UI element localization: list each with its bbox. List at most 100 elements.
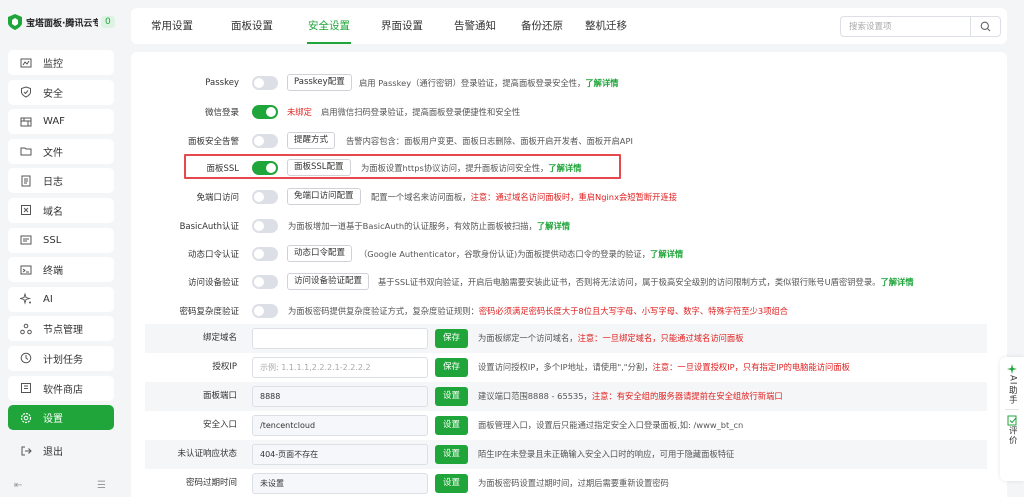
warning-text: 注意：一旦绑定域名，只能通过域名访问面板 <box>577 333 744 343</box>
password-complexity-toggle[interactable] <box>252 304 278 318</box>
form-label: 安全入口 <box>202 420 237 430</box>
port-set-button[interactable]: 设置 <box>435 387 468 406</box>
warning-text: 密码必须满足密码长度大于8位且大写字母、小写字母、数字、特殊字符至少3项组合 <box>478 306 789 316</box>
monitor-icon <box>20 58 32 67</box>
floating-assistant: AI助手 评价 <box>1000 357 1024 481</box>
review-button[interactable]: 评价 <box>1007 426 1017 445</box>
passkey-toggle[interactable] <box>252 76 278 90</box>
search-button[interactable] <box>970 17 1000 36</box>
basic-auth-toggle[interactable] <box>252 219 278 233</box>
ai-assistant-icon[interactable] <box>1006 363 1018 375</box>
learn-more-link[interactable]: 了解详情 <box>650 249 683 259</box>
review-icon[interactable] <box>1007 415 1018 426</box>
totp-config-button[interactable]: 动态口令配置 <box>287 245 353 262</box>
authorized-ip-input[interactable] <box>252 357 428 378</box>
setting-label: Passkey <box>205 78 239 88</box>
sidebar-item-domain[interactable]: 域名 <box>8 197 114 223</box>
tabs: 常用设置 面板设置 安全设置 界面设置 告警通知 备份还原 整机迁移 <box>131 8 634 44</box>
device-verify-config-button[interactable]: 访问设备验证配置 <box>287 273 370 290</box>
sidebar-item-ssl[interactable]: SSL <box>8 227 114 253</box>
form-row-authorized-ip: 授权IP 保存 设置访问授权IP，多个IP地址，请使用","分割，注意：一旦设置… <box>145 353 987 382</box>
form-desc: 建议端口范围8888 - 65535，注意：有安全组的服务器请提前在安全组放行新… <box>478 382 783 411</box>
sidebar-item-logs[interactable]: 日志 <box>8 168 114 194</box>
setting-basic-auth: BasicAuth认证 为面板增加一道基于BasicAuth的认证服务，有效防止… <box>131 217 1007 235</box>
sidebar-item-ai[interactable]: AI <box>8 286 114 312</box>
setting-desc: 为面板增加一道基于BasicAuth的认证服务，有效防止面板被扫描，了解详情 <box>288 220 570 232</box>
password-expire-input[interactable] <box>252 473 428 494</box>
ip-save-button[interactable]: 保存 <box>435 358 468 377</box>
setting-label: 访问设备验证 <box>187 278 239 288</box>
learn-more-link[interactable]: 了解详情 <box>880 277 913 287</box>
learn-more-link[interactable]: 了解详情 <box>548 163 581 173</box>
sidebar-item-label: 文件 <box>43 147 63 159</box>
alarm-method-button[interactable]: 提醒方式 <box>287 132 336 149</box>
sidebar-item-nodes[interactable]: 节点管理 <box>8 316 114 342</box>
setting-desc: 为面板密码提供复杂度验证方式，复杂度验证规则：密码必须满足密码长度大于8位且大写… <box>288 305 788 317</box>
no-port-config-button[interactable]: 免端口访问配置 <box>287 188 361 205</box>
sidebar-item-monitor[interactable]: 监控 <box>8 50 114 75</box>
tab-backup[interactable]: 备份还原 <box>514 8 570 44</box>
domain-input[interactable] <box>252 328 428 349</box>
notification-badge[interactable]: 0 <box>101 16 115 28</box>
wechat-login-toggle[interactable] <box>252 105 278 119</box>
panel-alarm-toggle[interactable] <box>252 134 278 148</box>
security-entry-input[interactable] <box>252 415 428 436</box>
setting-desc: （Google Authenticator，谷歌身份认证)为面板提供动态口令的登… <box>359 248 683 260</box>
tab-interface[interactable]: 界面设置 <box>374 8 430 44</box>
setting-panel-alarm: 面板安全告警 提醒方式 告警内容包含：面板用户变更、面板日志删除、面板开启开发者… <box>131 132 1007 150</box>
learn-more-link[interactable]: 了解详情 <box>537 221 570 231</box>
wechat-bind-status[interactable]: 未绑定 <box>287 106 312 118</box>
ai-assistant-button[interactable]: AI助手 <box>1007 375 1017 404</box>
sidebar-item-cron[interactable]: 计划任务 <box>8 345 114 371</box>
no-port-toggle[interactable] <box>252 190 278 204</box>
form-row-password-expire: 密码过期时间 设置 为面板密码设置过期时间，过期后需要重新设置密码 <box>145 469 987 497</box>
setting-passkey: Passkey Passkey配置 启用 Passkey（通行密钥）登录验证，提… <box>131 74 1007 92</box>
desc-text: （Google Authenticator，谷歌身份认证)为面板提供动态口令的登… <box>359 249 651 259</box>
logout-button[interactable]: 退出 <box>8 438 114 463</box>
tab-security[interactable]: 安全设置 <box>301 8 357 44</box>
totp-toggle[interactable] <box>252 247 278 261</box>
search-input[interactable] <box>841 17 969 36</box>
desc-text: 配置一个域名来访问面板， <box>371 192 471 202</box>
collapse-icon[interactable]: ⇤ <box>14 480 22 491</box>
device-verify-toggle[interactable] <box>252 275 278 289</box>
sidebar-item-settings[interactable]: 设置 <box>8 405 114 431</box>
learn-more-link[interactable]: 了解详情 <box>585 78 618 88</box>
tab-panel[interactable]: 面板设置 <box>224 8 280 44</box>
desc-text: 启用 Passkey（通行密钥）登录验证，提高面板登录安全性， <box>359 78 586 88</box>
tab-common[interactable]: 常用设置 <box>139 8 205 44</box>
panel-ssl-config-button[interactable]: 面板SSL配置 <box>287 159 351 176</box>
unauth-set-button[interactable]: 设置 <box>435 445 468 464</box>
sidebar-item-waf[interactable]: WAF <box>8 109 114 135</box>
menu-icon[interactable]: ☰ <box>97 480 106 491</box>
warning-text: 注意：通过域名访问面板时，重启Nginx会短暂断开连接 <box>470 192 678 202</box>
domain-save-button[interactable]: 保存 <box>435 329 468 348</box>
setting-desc: 配置一个域名来访问面板，注意：通过域名访问面板时，重启Nginx会短暂断开连接 <box>371 191 677 203</box>
sidebar-item-label: 安全 <box>43 88 63 100</box>
sidebar-footer: ⇤ ☰ <box>14 480 106 491</box>
entry-set-button[interactable]: 设置 <box>435 416 468 435</box>
form-desc: 陌生IP在未登录且未正确输入安全入口时的响应，可用于隐藏面板特征 <box>478 449 735 459</box>
settings-search <box>840 16 1001 37</box>
sidebar-item-store[interactable]: 软件商店 <box>8 375 114 401</box>
sidebar-item-files[interactable]: 文件 <box>8 138 114 164</box>
sidebar-item-terminal[interactable]: 终端 <box>8 257 114 283</box>
setting-wechat-login: 微信登录 未绑定 启用微信扫码登录验证，提高面板登录便捷性和安全性 <box>131 103 1007 121</box>
form-label: 未认证响应状态 <box>177 449 237 459</box>
unauth-response-input[interactable] <box>252 444 428 465</box>
sidebar: 宝塔面板·腾讯云专 0 监控 安全 WAF 文件 日志 域名 SSL 终端 AI… <box>0 0 122 497</box>
panel-ssl-toggle[interactable] <box>252 161 278 175</box>
tab-alerts[interactable]: 告警通知 <box>447 8 503 44</box>
sidebar-item-security[interactable]: 安全 <box>8 79 114 105</box>
sidebar-item-label: 域名 <box>43 206 63 218</box>
brand[interactable]: 宝塔面板·腾讯云专 0 <box>8 11 116 33</box>
passkey-config-button[interactable]: Passkey配置 <box>287 74 352 91</box>
setting-label: 面板SSL <box>206 164 239 174</box>
panel-config-form: 绑定域名 保存 为面板绑定一个访问域名，注意：一旦绑定域名，只能通过域名访问面板… <box>145 322 987 497</box>
tab-migration[interactable]: 整机迁移 <box>578 8 634 44</box>
setting-label: 动态口令认证 <box>187 250 239 260</box>
panel-port-input[interactable] <box>252 386 428 407</box>
gear-icon <box>20 412 32 423</box>
setting-label: 免端口访问 <box>196 193 239 203</box>
password-expire-set-button[interactable]: 设置 <box>435 474 468 493</box>
